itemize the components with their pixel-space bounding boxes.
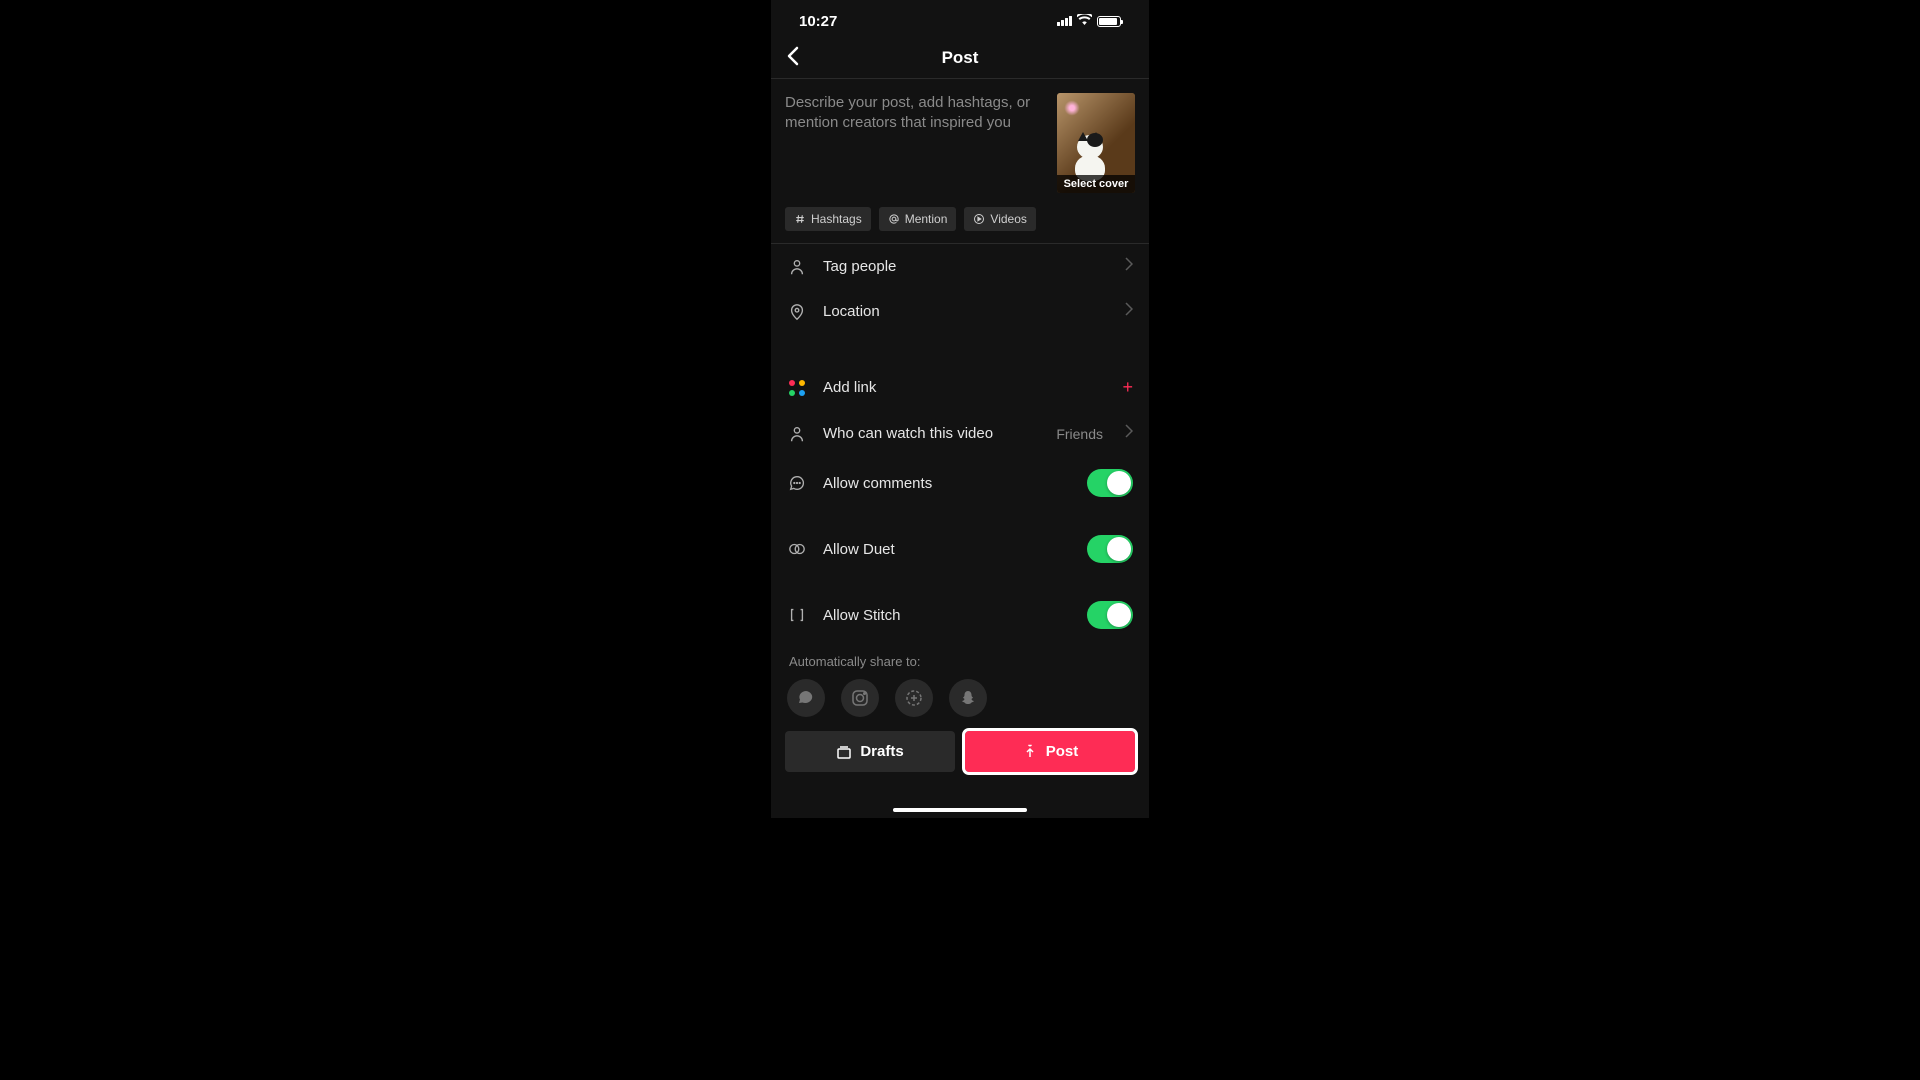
chip-row: Hashtags Mention Videos — [771, 193, 1149, 244]
allow-duet-row: Allow Duet — [771, 522, 1149, 576]
videos-chip-label: Videos — [990, 212, 1026, 226]
phone-frame: 10:27 Post Describe your post, add hasht… — [771, 0, 1149, 818]
allow-stitch-row: Allow Stitch — [771, 588, 1149, 642]
select-cover-label: Select cover — [1057, 175, 1135, 193]
duet-icon — [787, 540, 807, 558]
battery-icon — [1097, 16, 1121, 27]
share-instagram-button[interactable] — [841, 679, 879, 717]
back-button[interactable] — [787, 46, 799, 71]
compose-area: Describe your post, add hashtags, or men… — [771, 79, 1149, 193]
nav-bar: Post — [771, 38, 1149, 79]
post-icon — [1022, 744, 1038, 760]
page-title: Post — [942, 48, 979, 68]
at-icon — [888, 213, 900, 225]
person-icon — [787, 425, 807, 443]
drafts-button[interactable]: Drafts — [785, 731, 955, 772]
person-icon — [787, 258, 807, 276]
chevron-right-icon — [1125, 302, 1133, 321]
bottom-buttons: Drafts Post — [771, 731, 1149, 772]
hashtags-chip-label: Hashtags — [811, 212, 862, 226]
plus-icon: + — [1122, 377, 1133, 398]
location-icon — [787, 303, 807, 321]
hashtags-chip[interactable]: Hashtags — [785, 207, 871, 231]
allow-duet-toggle[interactable] — [1087, 535, 1133, 563]
mention-chip[interactable]: Mention — [879, 207, 957, 231]
add-link-label: Add link — [823, 379, 1106, 396]
play-circle-icon — [973, 213, 985, 225]
drafts-button-label: Drafts — [860, 743, 903, 760]
share-label: Automatically share to: — [771, 654, 1149, 679]
post-button[interactable]: Post — [965, 731, 1135, 772]
location-label: Location — [823, 303, 1103, 320]
home-indicator[interactable] — [893, 808, 1027, 812]
allow-comments-row: Allow comments — [771, 456, 1149, 510]
mention-chip-label: Mention — [905, 212, 948, 226]
tag-people-label: Tag people — [823, 258, 1103, 275]
status-bar: 10:27 — [771, 0, 1149, 38]
tag-people-row[interactable]: Tag people — [771, 244, 1149, 289]
allow-comments-toggle[interactable] — [1087, 469, 1133, 497]
status-icons — [1057, 12, 1121, 30]
videos-chip[interactable]: Videos — [964, 207, 1035, 231]
allow-duet-label: Allow Duet — [823, 541, 1071, 558]
allow-stitch-label: Allow Stitch — [823, 607, 1071, 624]
cover-thumbnail[interactable]: Select cover — [1057, 93, 1135, 193]
post-button-label: Post — [1046, 743, 1079, 760]
privacy-value: Friends — [1056, 426, 1103, 442]
chevron-right-icon — [1125, 257, 1133, 276]
drafts-icon — [836, 744, 852, 760]
share-stories-button[interactable] — [895, 679, 933, 717]
link-app-icon — [787, 379, 807, 397]
allow-stitch-toggle[interactable] — [1087, 601, 1133, 629]
share-snapchat-button[interactable] — [949, 679, 987, 717]
add-link-row[interactable]: Add link + — [771, 364, 1149, 411]
chevron-right-icon — [1125, 424, 1133, 443]
share-row — [771, 679, 1149, 731]
comment-icon — [787, 474, 807, 492]
stitch-icon — [787, 606, 807, 624]
share-messages-button[interactable] — [787, 679, 825, 717]
privacy-label: Who can watch this video — [823, 425, 1040, 442]
allow-comments-label: Allow comments — [823, 475, 1071, 492]
status-time: 10:27 — [799, 13, 837, 30]
wifi-icon — [1077, 12, 1092, 30]
hash-icon — [794, 213, 806, 225]
privacy-row[interactable]: Who can watch this video Friends — [771, 411, 1149, 456]
signal-icon — [1057, 16, 1072, 26]
location-row[interactable]: Location — [771, 289, 1149, 334]
description-input[interactable]: Describe your post, add hashtags, or men… — [785, 93, 1047, 193]
